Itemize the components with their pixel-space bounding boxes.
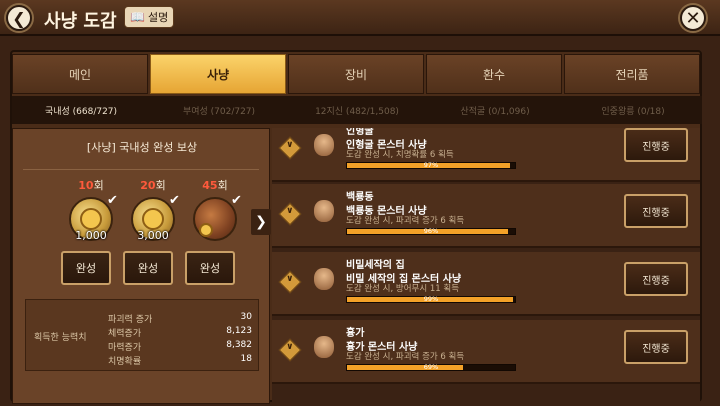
complete-button[interactable]: 완성	[61, 251, 111, 285]
reward-title: [사냥] 국내성 완성 보상	[86, 141, 198, 154]
expand-icon[interactable]: ∨	[278, 270, 302, 294]
chevron-left-icon: ❮	[12, 8, 26, 28]
stats-box: 획득한 능력치 파괴력 증가 30 체력증가 8,123 마력증가 8,382 치명확…	[25, 299, 259, 371]
expand-icon[interactable]: ∨	[278, 202, 302, 226]
close-icon: ✕	[685, 7, 701, 29]
complete-button[interactable]: 완성	[123, 251, 173, 285]
progress-label: 69%	[423, 363, 439, 371]
card-header: 비밀세작의 집	[346, 260, 405, 271]
checkmark-icon: ✔	[231, 193, 242, 208]
stat-row: 마력증가 8,382	[108, 340, 252, 353]
checkmark-icon: ✔	[169, 193, 180, 208]
reward-value: 1,000	[75, 229, 107, 242]
subtab-bandit-cave[interactable]: 산적굴 (0/1,096)	[426, 104, 564, 117]
monster-avatar	[314, 200, 334, 222]
next-arrow-button[interactable]: ❯	[251, 209, 271, 235]
help-label: 설명	[147, 11, 169, 24]
tab-bar: 메인 사냥 장비 환수 전리품	[12, 54, 702, 94]
book-icon: 📖	[130, 10, 145, 24]
monster-avatar	[314, 336, 334, 358]
card-header: 흉가	[346, 328, 365, 339]
reward-count: 10회	[78, 179, 104, 192]
divider	[23, 169, 259, 170]
subtab-buyeo[interactable]: 부여성 (702/727)	[150, 104, 288, 117]
tab-loot[interactable]: 전리품	[564, 54, 700, 94]
help-button[interactable]: 📖 설명	[124, 6, 175, 28]
tab-main[interactable]: 메인	[12, 54, 148, 94]
in-progress-button[interactable]: 진행중	[624, 128, 688, 162]
stat-row: 치명확률 18	[108, 354, 252, 367]
collection-card: ∨ 백룡동 백룡동 몬스터 사냥 도감 완성 시, 파괴력 증가 6 획득 96…	[272, 184, 700, 248]
close-button[interactable]: ✕	[680, 5, 706, 31]
card-desc: 도감 완성 시, 치명확률 6 획득	[346, 150, 454, 160]
reward-count: 45회	[202, 179, 228, 192]
chevron-right-icon: ❯	[255, 214, 267, 230]
reward-value: 3,000	[137, 229, 169, 242]
subtab-bar: 국내성 (668/727) 부여성 (702/727) 12지신 (482/1,…	[12, 96, 702, 124]
monster-avatar	[314, 134, 334, 156]
subtab-royal-tomb[interactable]: 인중왕릉 (0/18)	[564, 104, 702, 117]
in-progress-button[interactable]: 진행중	[624, 194, 688, 228]
checkmark-icon: ✔	[107, 193, 118, 208]
card-desc: 도감 완성 시, 파괴력 증가 6 획득	[346, 352, 465, 362]
card-desc: 도감 완성 시, 방어무시 11 획득	[346, 284, 460, 294]
collection-card: ∨ 비밀세작의 집 비밀 세작의 집 몬스터 사냥 도감 완성 시, 방어무시 …	[272, 252, 700, 316]
collection-card: ∨ 인형굴 인형굴 몬스터 사냥 도감 완성 시, 치명확률 6 획득 97% …	[272, 128, 700, 182]
tab-hunt[interactable]: 사냥	[150, 54, 286, 94]
subtab-gungnae[interactable]: 국내성 (668/727)	[12, 104, 150, 117]
tab-equipment[interactable]: 장비	[288, 54, 424, 94]
monster-avatar	[314, 268, 334, 290]
back-button[interactable]: ❮	[6, 5, 32, 31]
complete-button[interactable]: 완성	[185, 251, 235, 285]
top-bar: ❮ 사냥 도감 📖 설명 ✕	[0, 0, 720, 36]
expand-icon[interactable]: ∨	[278, 136, 302, 160]
progress-label: 97%	[423, 161, 439, 169]
expand-icon[interactable]: ∨	[278, 338, 302, 362]
tab-pet[interactable]: 환수	[426, 54, 562, 94]
app-window: ❮ 사냥 도감 📖 설명 ✕ 메인 사냥 장비 환수 전리품 국내성 (668/7…	[0, 0, 720, 406]
stat-row: 파괴력 증가 30	[108, 312, 252, 325]
stat-row: 체력증가 8,123	[108, 326, 252, 339]
in-progress-button[interactable]: 진행중	[624, 262, 688, 296]
collection-list: ∨ 인형굴 인형굴 몬스터 사냥 도감 완성 시, 치명확률 6 획득 97% …	[272, 128, 700, 404]
card-desc: 도감 완성 시, 파괴력 증가 6 획득	[346, 216, 465, 226]
subtab-12jisin[interactable]: 12지신 (482/1,508)	[288, 104, 426, 117]
card-header: 백룡동	[346, 192, 374, 203]
collection-card: ∨ 흉가 흉가 몬스터 사냥 도감 완성 시, 파괴력 증가 6 획득 69% …	[272, 320, 700, 384]
reward-count: 20회	[140, 179, 166, 192]
page-title: 사냥 도감	[44, 11, 117, 32]
stats-label: 획득한 능력치	[34, 333, 87, 343]
reward-panel: [사냥] 국내성 완성 보상 10회 20회 45회 ✔ ✔ ✔ 1,000 3…	[12, 128, 271, 404]
in-progress-button[interactable]: 진행중	[624, 330, 688, 364]
progress-label: 99%	[423, 295, 439, 303]
progress-label: 96%	[423, 227, 439, 235]
